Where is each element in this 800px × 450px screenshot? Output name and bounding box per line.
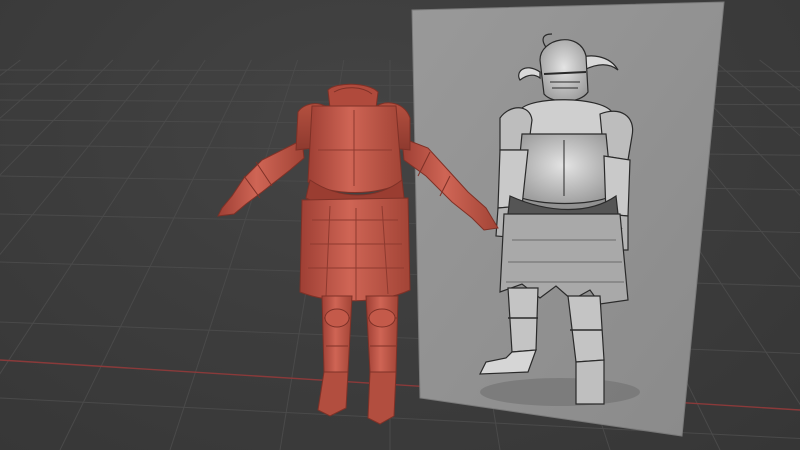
grid-line <box>713 59 800 137</box>
grid-line <box>0 59 67 119</box>
grid-line <box>169 59 299 450</box>
viewport-canvas[interactable] <box>0 0 800 450</box>
reference-image-plane[interactable] <box>411 1 725 437</box>
grid-line <box>0 59 114 176</box>
grid-line <box>0 59 206 375</box>
grid-line <box>0 59 160 256</box>
grid-line <box>0 59 21 77</box>
3d-viewport[interactable] <box>0 0 800 450</box>
grid-line <box>59 59 252 450</box>
